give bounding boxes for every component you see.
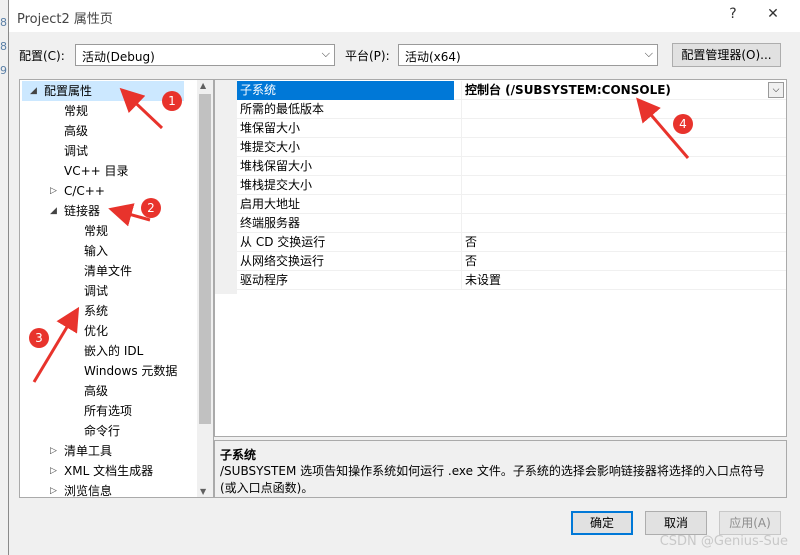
annotation-arrow-1 bbox=[119, 87, 164, 130]
annotation-arrows bbox=[32, 87, 690, 383]
annotation-badge-4: 4 bbox=[673, 114, 693, 134]
annotation-badge-3: 3 bbox=[29, 328, 49, 348]
annotation-badge-1: 1 bbox=[162, 91, 182, 111]
watermark: CSDN @Genius-Sue bbox=[659, 534, 788, 549]
annotation-badge-2: 2 bbox=[141, 198, 161, 218]
